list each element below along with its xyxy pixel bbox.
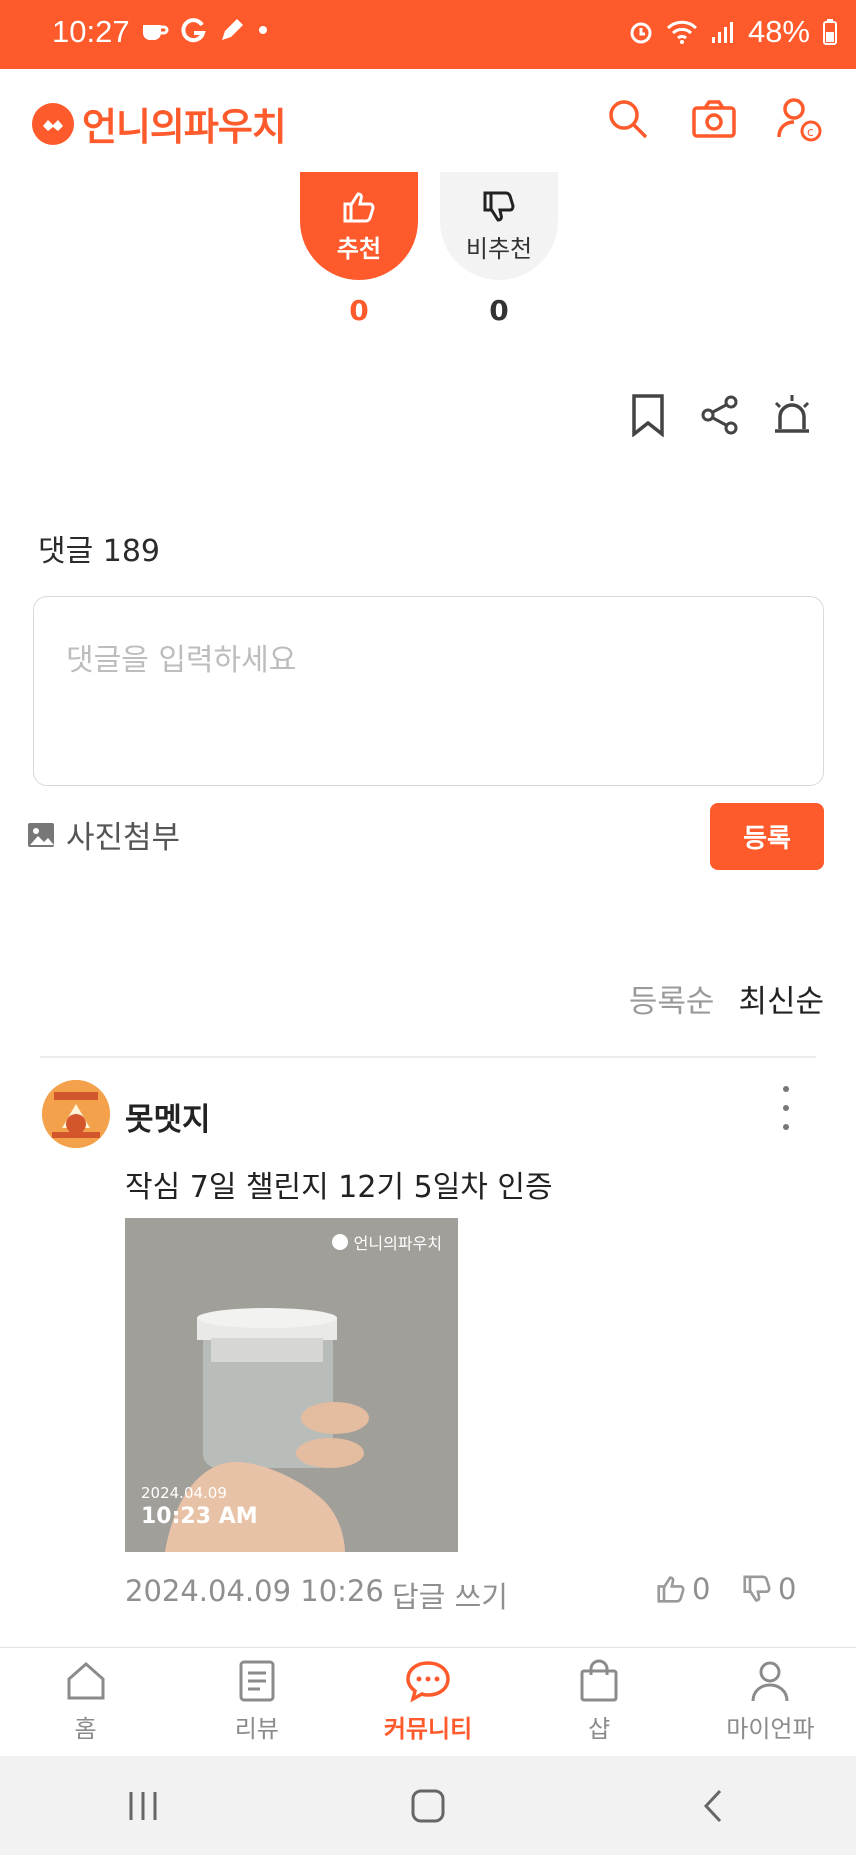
- thumbs-down-icon: [483, 191, 515, 222]
- sort-registered[interactable]: 등록순: [629, 976, 715, 1021]
- sort-options: 등록순 최신순: [629, 976, 824, 1021]
- my-profile-button[interactable]: c: [774, 93, 826, 145]
- image-icon: [28, 822, 54, 847]
- pencil-icon: [222, 19, 243, 40]
- svg-text:c: c: [807, 125, 814, 139]
- divider: [40, 1056, 816, 1058]
- tab-home-label: 홈: [74, 1715, 97, 1743]
- community-icon: [406, 1661, 450, 1703]
- profile-icon: [751, 1661, 789, 1702]
- submit-comment-button[interactable]: 등록: [710, 803, 824, 870]
- comment-timestamp: 2024.04.09 10:26: [125, 1574, 384, 1608]
- brand-name: 언니의파우치: [82, 105, 287, 149]
- shop-bag-icon: [580, 1659, 618, 1702]
- tab-review[interactable]: 리뷰: [171, 1648, 342, 1755]
- share-button[interactable]: [696, 390, 744, 440]
- tab-my-label: 마이언파: [726, 1715, 815, 1743]
- photo-watermark: 언니의파우치: [331, 1230, 442, 1254]
- status-time: 10:27: [52, 14, 130, 49]
- battery-icon: [823, 19, 837, 45]
- comments-count-title: 댓글 189: [38, 534, 160, 569]
- recent-apps-button[interactable]: [98, 1776, 188, 1836]
- comment-author[interactable]: 못멧지: [125, 1094, 211, 1139]
- status-left-icons: [140, 16, 270, 44]
- home-square-icon: [411, 1789, 445, 1822]
- reply-button[interactable]: 답글 쓰기: [392, 1574, 508, 1616]
- app-header: 언니의파우치 c: [0, 69, 856, 169]
- brand-logo[interactable]: 언니의파우치: [32, 96, 287, 151]
- not-recommend-count: 0: [489, 294, 509, 327]
- attach-photo-label: 사진첨부: [66, 820, 181, 856]
- signal-icon: [711, 22, 733, 43]
- recommend-button[interactable]: 추천: [300, 172, 418, 280]
- not-recommend-label: 비추천: [465, 235, 533, 263]
- home-icon: [67, 1661, 105, 1700]
- system-nav-bar: [0, 1756, 856, 1855]
- status-bar: 10:27 48%: [0, 0, 856, 69]
- comment-dislike-count: 0: [778, 1572, 797, 1606]
- tab-home[interactable]: 홈: [0, 1648, 171, 1755]
- dot-icon: [259, 26, 267, 34]
- thumbs-up-icon: [343, 192, 375, 223]
- tab-community-label: 커뮤니티: [383, 1715, 473, 1743]
- search-icon: [609, 100, 648, 139]
- comment-input[interactable]: [66, 635, 791, 747]
- not-recommend-button[interactable]: 비추천: [440, 172, 558, 280]
- thumbs-up-icon: [657, 1576, 685, 1603]
- attach-photo-button[interactable]: 사진첨부: [26, 812, 180, 857]
- camera-icon: [692, 100, 736, 138]
- comment-like-count: 0: [692, 1572, 711, 1606]
- post-actions: [624, 390, 816, 440]
- wifi-icon: [666, 20, 698, 44]
- back-button[interactable]: [668, 1776, 758, 1836]
- siren-icon: [774, 395, 810, 433]
- comment-photo[interactable]: 언니의파우치 2024.04.09 10:23 AM: [125, 1218, 458, 1552]
- comment-text: 작심 7일 챌린지 12기 5일차 인증: [125, 1170, 553, 1205]
- tab-my[interactable]: 마이언파: [685, 1648, 856, 1755]
- report-button[interactable]: [768, 390, 816, 440]
- avatar[interactable]: [42, 1080, 110, 1148]
- watermark-text: 언니의파우치: [353, 1234, 442, 1253]
- back-chevron-icon: [704, 1789, 722, 1822]
- share-icon: [701, 395, 738, 435]
- brand-mark-icon: [32, 102, 74, 145]
- bookmark-icon: [632, 394, 664, 437]
- search-button[interactable]: [602, 93, 654, 145]
- tab-shop-label: 샵: [588, 1715, 611, 1743]
- recommend-label: 추천: [336, 235, 382, 263]
- thumbs-down-icon: [743, 1575, 771, 1602]
- status-right: 48%: [628, 14, 838, 50]
- camera-button[interactable]: [688, 93, 740, 145]
- photo-time: 10:23 AM: [141, 1504, 258, 1529]
- tab-shop[interactable]: 샵: [514, 1648, 685, 1755]
- recommend-count: 0: [349, 294, 369, 327]
- tab-community[interactable]: 커뮤니티: [342, 1648, 513, 1755]
- g-icon: [181, 18, 206, 43]
- comment-like-button[interactable]: 0: [656, 1572, 710, 1606]
- recent-apps-icon: [129, 1791, 157, 1820]
- comment-dislike-button[interactable]: 0: [742, 1572, 796, 1606]
- review-icon: [239, 1660, 275, 1702]
- bookmark-button[interactable]: [624, 390, 672, 440]
- sort-latest[interactable]: 최신순: [738, 976, 824, 1021]
- photo-date: 2024.04.09: [141, 1484, 227, 1502]
- alarm-icon: [630, 22, 652, 44]
- user-coin-icon: c: [777, 98, 822, 142]
- coffee-icon: [143, 25, 169, 40]
- home-nav-button[interactable]: [383, 1776, 473, 1836]
- comment-more-button[interactable]: [772, 1086, 800, 1130]
- comment-input-box[interactable]: [33, 596, 824, 786]
- battery-percent: 48%: [747, 14, 810, 49]
- tab-review-label: 리뷰: [234, 1715, 279, 1743]
- bottom-tab-bar: 홈 리뷰 커뮤니티 샵 마이언파: [0, 1647, 856, 1755]
- header-actions: c: [602, 93, 826, 145]
